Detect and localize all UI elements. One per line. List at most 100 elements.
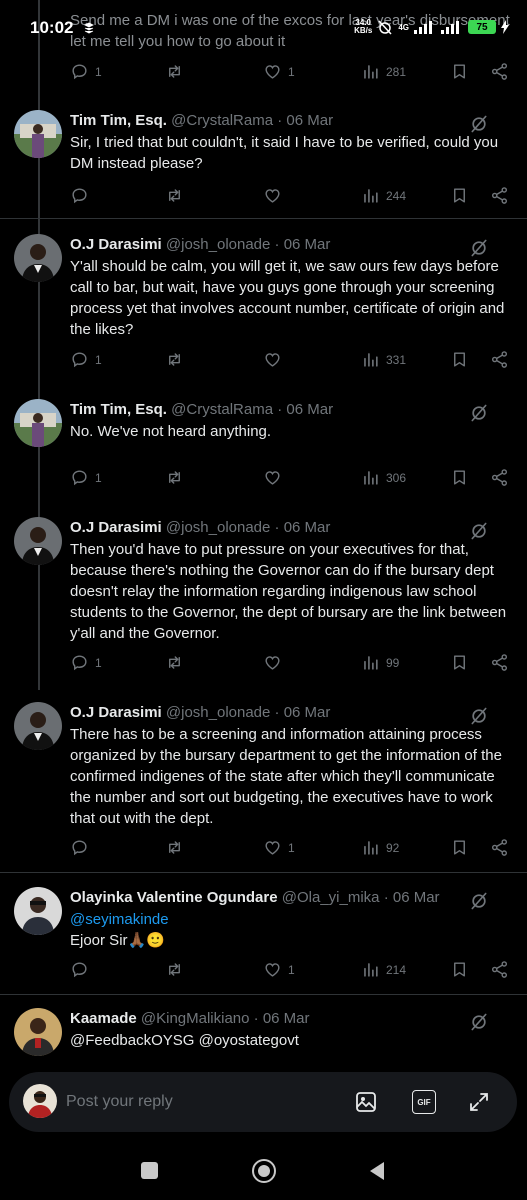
tweet[interactable]: Olayinka Valentine Ogundare @Ola_yi_mika… xyxy=(0,887,527,987)
image-icon[interactable] xyxy=(354,1090,378,1114)
tweet[interactable]: Kaamade @KingMalikiano · 06 Mar @Feedbac… xyxy=(0,1008,527,1058)
views-button[interactable]: 92 xyxy=(361,838,399,857)
avatar[interactable] xyxy=(14,110,62,158)
tweet-text: Y'all should be calm, you will get it, w… xyxy=(70,258,505,338)
bookmark-button[interactable] xyxy=(450,838,469,857)
grok-icon[interactable] xyxy=(469,403,489,423)
reply-button[interactable]: 1 xyxy=(70,350,102,369)
repost-button[interactable] xyxy=(165,62,184,81)
user-handle[interactable]: @josh_olonade xyxy=(166,704,270,721)
display-name[interactable]: Tim Tim, Esq. xyxy=(70,112,167,129)
views-button[interactable]: 214 xyxy=(361,960,406,979)
like-button[interactable]: 1 xyxy=(263,960,295,979)
user-handle[interactable]: @josh_olonade xyxy=(166,236,270,253)
user-avatar xyxy=(23,1084,57,1118)
bookmark-button[interactable] xyxy=(450,468,469,487)
tweet-date[interactable]: · 06 Mar xyxy=(277,401,333,418)
bookmark-button[interactable] xyxy=(450,960,469,979)
share-button[interactable] xyxy=(490,960,509,979)
repost-button[interactable] xyxy=(165,468,184,487)
repost-button[interactable] xyxy=(165,838,184,857)
views-button[interactable]: 244 xyxy=(361,186,406,205)
grok-icon[interactable] xyxy=(469,1012,489,1032)
reply-button[interactable] xyxy=(70,838,95,857)
views-button[interactable]: 331 xyxy=(361,350,406,369)
avatar[interactable] xyxy=(14,887,62,935)
share-icon xyxy=(490,350,509,369)
share-button[interactable] xyxy=(490,838,509,857)
like-button[interactable] xyxy=(263,653,288,672)
repost-button[interactable] xyxy=(165,350,184,369)
user-handle[interactable]: @KingMalikiano xyxy=(141,1010,250,1027)
tweet-date[interactable]: · 06 Mar xyxy=(275,519,331,536)
reply-button[interactable]: 1 xyxy=(70,653,102,672)
tweet[interactable]: Tim Tim, Esq. @CrystalRama · 06 Mar Sir,… xyxy=(0,110,527,210)
avatar[interactable] xyxy=(14,702,62,750)
user-handle[interactable]: @Ola_yi_mika xyxy=(282,889,380,906)
grok-icon[interactable] xyxy=(469,238,489,258)
views-icon xyxy=(361,653,380,672)
views-button[interactable]: 281 xyxy=(361,62,406,81)
tweet-date[interactable]: · 06 Mar xyxy=(254,1010,310,1027)
tweet-actions: 244 xyxy=(70,186,513,208)
expand-icon[interactable] xyxy=(467,1090,491,1114)
like-button[interactable]: 1 xyxy=(263,838,295,857)
reply-composer[interactable]: Post your reply GIF xyxy=(9,1072,517,1132)
repost-button[interactable] xyxy=(165,186,184,205)
grok-icon[interactable] xyxy=(469,706,489,726)
tweet[interactable]: O.J Darasimi @josh_olonade · 06 Mar Then… xyxy=(0,517,527,677)
display-name[interactable]: Olayinka Valentine Ogundare xyxy=(70,889,278,906)
reply-button[interactable]: 1 xyxy=(70,468,102,487)
share-button[interactable] xyxy=(490,62,509,81)
share-button[interactable] xyxy=(490,653,509,672)
display-name[interactable]: Tim Tim, Esq. xyxy=(70,401,167,418)
avatar[interactable] xyxy=(14,1008,62,1056)
tweet[interactable]: O.J Darasimi @josh_olonade · 06 Mar Y'al… xyxy=(0,234,527,374)
reply-button[interactable]: 1 xyxy=(70,62,102,81)
repost-button[interactable] xyxy=(165,653,184,672)
reply-icon xyxy=(70,960,89,979)
views-button[interactable]: 306 xyxy=(361,468,406,487)
avatar[interactable] xyxy=(14,399,62,447)
bookmark-button[interactable] xyxy=(450,186,469,205)
mention-link[interactable]: @seyimakinde xyxy=(70,909,513,930)
recent-apps-button[interactable] xyxy=(141,1162,158,1179)
tweet-date[interactable]: · 06 Mar xyxy=(277,112,333,129)
bookmark-button[interactable] xyxy=(450,350,469,369)
grok-icon[interactable] xyxy=(469,114,489,134)
display-name[interactable]: O.J Darasimi xyxy=(70,519,162,536)
display-name[interactable]: O.J Darasimi xyxy=(70,704,162,721)
grok-icon[interactable] xyxy=(469,891,489,911)
share-button[interactable] xyxy=(490,468,509,487)
user-handle[interactable]: @CrystalRama xyxy=(171,112,273,129)
user-handle[interactable]: @josh_olonade xyxy=(166,519,270,536)
like-button[interactable]: 1 xyxy=(263,62,295,81)
avatar[interactable] xyxy=(14,234,62,282)
reply-input[interactable]: Post your reply xyxy=(66,1093,173,1111)
display-name[interactable]: Kaamade xyxy=(70,1010,137,1027)
display-name[interactable]: O.J Darasimi xyxy=(70,236,162,253)
tweet[interactable]: Tim Tim, Esq. @CrystalRama · 06 Mar No. … xyxy=(0,399,527,499)
tweet-date[interactable]: · 06 Mar xyxy=(275,704,331,721)
user-handle[interactable]: @CrystalRama xyxy=(171,401,273,418)
like-button[interactable] xyxy=(263,468,288,487)
back-button[interactable] xyxy=(368,1161,386,1181)
share-button[interactable] xyxy=(490,350,509,369)
reply-button[interactable] xyxy=(70,960,95,979)
mention-link[interactable]: @FeedbackOYSG @oyostategovt xyxy=(70,1030,513,1051)
views-button[interactable]: 99 xyxy=(361,653,399,672)
like-button[interactable] xyxy=(263,350,288,369)
gif-button[interactable]: GIF xyxy=(412,1090,436,1114)
bookmark-button[interactable] xyxy=(450,653,469,672)
repost-button[interactable] xyxy=(165,960,184,979)
avatar[interactable] xyxy=(14,517,62,565)
grok-icon[interactable] xyxy=(469,521,489,541)
share-button[interactable] xyxy=(490,186,509,205)
bookmark-button[interactable] xyxy=(450,62,469,81)
like-button[interactable] xyxy=(263,186,288,205)
home-button[interactable] xyxy=(252,1159,276,1183)
reply-button[interactable] xyxy=(70,186,95,205)
tweet[interactable]: O.J Darasimi @josh_olonade · 06 Mar Ther… xyxy=(0,702,527,862)
tweet-date[interactable]: · 06 Mar xyxy=(384,889,440,906)
tweet-date[interactable]: · 06 Mar xyxy=(275,236,331,253)
